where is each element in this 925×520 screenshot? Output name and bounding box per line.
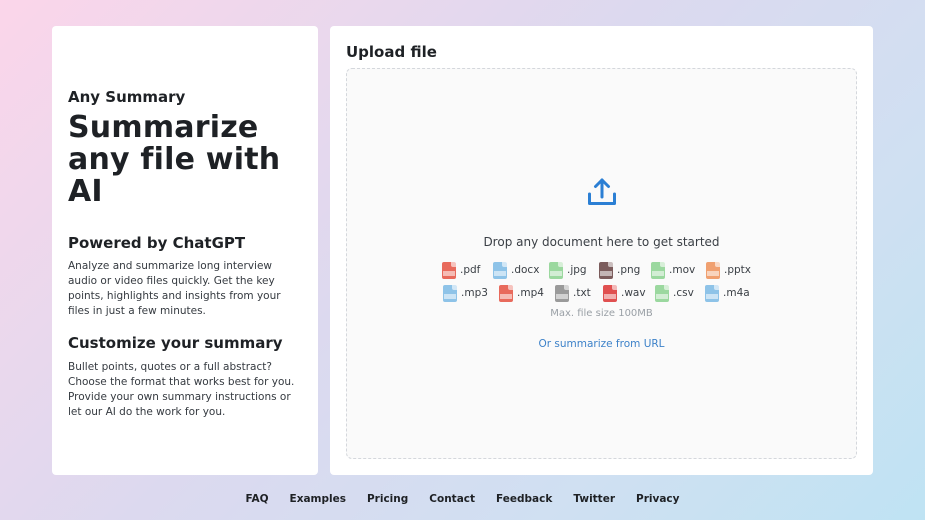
file-type-mp4: .mp4 [499, 284, 544, 302]
file-type-docx: .docx [493, 261, 539, 279]
file-type-mov: .mov [651, 261, 695, 279]
file-type-png: .png [599, 261, 640, 279]
mp3-file-icon [443, 284, 457, 302]
png-file-icon [599, 261, 613, 279]
txt-file-icon [555, 284, 569, 302]
file-dropzone[interactable]: Drop any document here to get started .p… [346, 68, 857, 459]
brand-name: Any Summary [68, 88, 186, 106]
csv-file-icon [655, 284, 669, 302]
file-type-mp3: .mp3 [443, 284, 488, 302]
jpg-file-icon [549, 261, 563, 279]
file-types-row-2: .mp3 .mp4 .txt .wav .csv .m4a [347, 284, 856, 302]
file-type-jpg: .jpg [549, 261, 587, 279]
file-types-row-1: .pdf .docx .jpg .png .mov .pptx [347, 261, 856, 279]
section-text-customize: Bullet points, quotes or a full abstract… [68, 361, 295, 418]
pptx-file-icon [706, 261, 720, 279]
mov-file-icon [651, 261, 665, 279]
upload-title: Upload file [346, 43, 437, 61]
footer-link-faq[interactable]: FAQ [245, 493, 268, 509]
pdf-file-icon [442, 261, 456, 279]
upload-icon [588, 178, 616, 205]
footer-link-contact[interactable]: Contact [429, 493, 475, 509]
drop-instructions: Drop any document here to get started [483, 235, 720, 249]
max-file-size: Max. file size 100MB [550, 308, 653, 319]
section-title-powered: Powered by ChatGPT [68, 234, 246, 252]
wav-file-icon [603, 284, 617, 302]
footer-link-privacy[interactable]: Privacy [636, 493, 679, 509]
footer-link-pricing[interactable]: Pricing [367, 493, 408, 509]
section-text-powered: Analyze and summarize long interview aud… [68, 260, 281, 317]
footer-link-examples[interactable]: Examples [290, 493, 346, 509]
summarize-from-url-link[interactable]: Or summarize from URL [347, 338, 856, 350]
file-type-wav: .wav [603, 284, 646, 302]
upload-panel: Upload file Drop any document here to ge… [330, 26, 873, 475]
file-type-pptx: .pptx [706, 261, 751, 279]
intro-panel: Any Summary Summarize any file with AI P… [52, 26, 318, 475]
file-type-csv: .csv [655, 284, 694, 302]
mp4-file-icon [499, 284, 513, 302]
section-title-customize: Customize your summary [68, 334, 283, 352]
file-type-pdf: .pdf [442, 261, 480, 279]
docx-file-icon [493, 261, 507, 279]
footer-link-feedback[interactable]: Feedback [496, 493, 552, 509]
page-headline: Summarize any file with AI [68, 110, 281, 209]
file-type-txt: .txt [555, 284, 591, 302]
m4a-file-icon [705, 284, 719, 302]
footer-link-twitter[interactable]: Twitter [573, 493, 615, 509]
file-type-m4a: .m4a [705, 284, 750, 302]
footer-nav: FAQ Examples Pricing Contact Feedback Tw… [0, 493, 925, 509]
